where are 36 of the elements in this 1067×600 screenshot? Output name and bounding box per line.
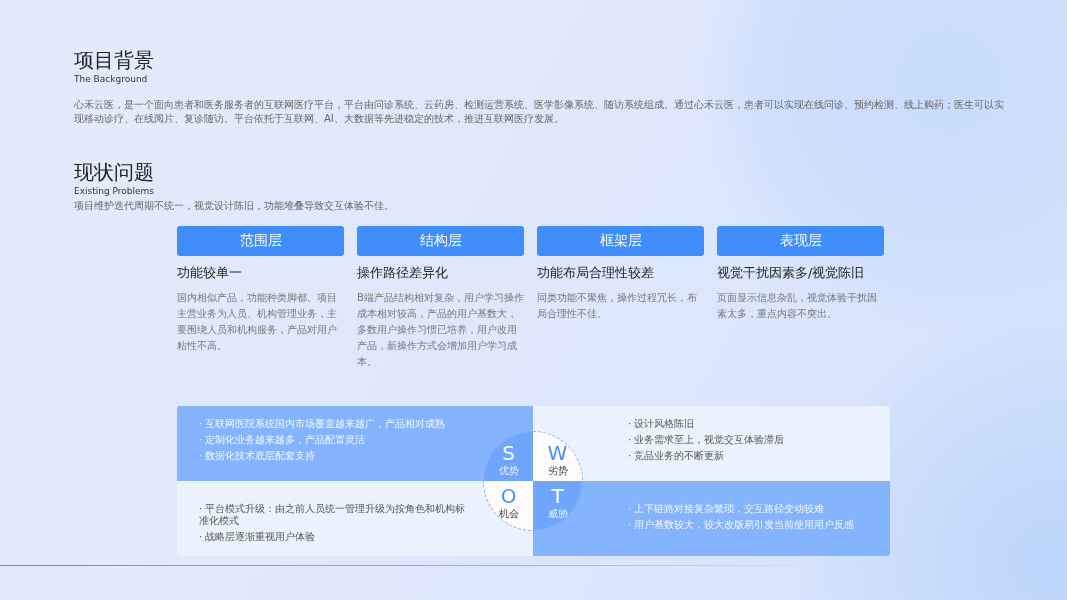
card-description: B端产品结构相对复杂，用户学习操作成本相对较高，产品的用户基数大，多数用户操作习惯已培养，用户改用产品，新操作方式会增加用户学习成本。 — [357, 291, 524, 369]
swot-point: · 竞品业务的不断更新 — [628, 450, 725, 462]
problems-summary: 项目维护迭代周期不统一，视觉设计陈旧，功能堆叠导致交互体验不佳。 — [74, 199, 395, 213]
swot-letter: S — [502, 442, 515, 463]
card-description: 国内相似产品，功能种类脚都。项目主营业务为人员、机构管理业务，主要围绕人员和机构服务，产品对用户粘性不高。 — [177, 291, 338, 353]
swot-label: 机会 — [498, 507, 519, 520]
card-heading: 功能布局合理性较差 — [537, 264, 655, 282]
card-description: 页面显示信息杂乱，视觉体验干扰因素太多，重点内容不突出。 — [717, 291, 878, 321]
section-subtitle: Existing Problems — [74, 186, 155, 196]
swot-label: 劣势 — [547, 464, 568, 477]
background-paragraph: 心禾云医，是一个面向患者和医务服务者的互联网医疗平台，平台由问诊系统、云药房、检测运营系统、医学影像系统、随访系统组成。通过心禾云医，患者可以实现在线问诊、预约检测、线上购药；医生可以实现移动诊疗、在线阅片、复诊随访。平台依托于互联网、AI、大数据等先进稳定的技术，推进互联网医疗发展。 — [74, 98, 1005, 126]
swot-letter: W — [547, 442, 568, 463]
section-title: 项目背景 — [74, 48, 155, 72]
swot-point: · 平台模式升级：由之前人员统一管理升级为按角色和机构标准化模式 — [199, 503, 467, 527]
section-title: 现状问题 — [74, 160, 155, 184]
swot-point: · 定制化业务越来越多，产品配置灵活 — [199, 434, 366, 446]
swot-letter: T — [551, 485, 564, 506]
card-description: 同类功能不聚焦，操作过程冗长，布局合理性不佳。 — [537, 291, 698, 321]
card-heading: 功能较单一 — [177, 264, 243, 282]
swot-point: · 数据化技术底层配套支持 — [199, 450, 316, 462]
card-heading: 操作路径差异化 — [357, 264, 449, 282]
section-subtitle: The Background — [74, 74, 149, 84]
swot-point: · 设计风格陈旧 — [628, 418, 695, 430]
swot-label: 优势 — [498, 464, 519, 477]
swot-label: 威胁 — [547, 507, 568, 520]
swot-point: · 上下链路对接复杂繁琐，交互路径变动较难 — [628, 503, 825, 515]
swot-point: · 互联网医院系统国内市场覆盖越来越广，产品相对成熟 — [199, 418, 446, 430]
layer-label: 结构层 — [357, 226, 524, 256]
swot-point: · 业务需求至上，视觉交互体验滞后 — [628, 434, 785, 446]
swot-letter: O — [500, 485, 517, 506]
layer-label: 范围层 — [177, 226, 344, 256]
layer-label: 框架层 — [537, 226, 704, 256]
swot-point: · 战略层逐渐重视用户体验 — [199, 531, 316, 543]
swot-point: · 用户基数较大，较大改版易引发当前使用用户反感 — [628, 519, 855, 531]
card-heading: 视觉干扰因素多/视觉陈旧 — [717, 264, 866, 282]
layer-label: 表现层 — [717, 226, 884, 256]
